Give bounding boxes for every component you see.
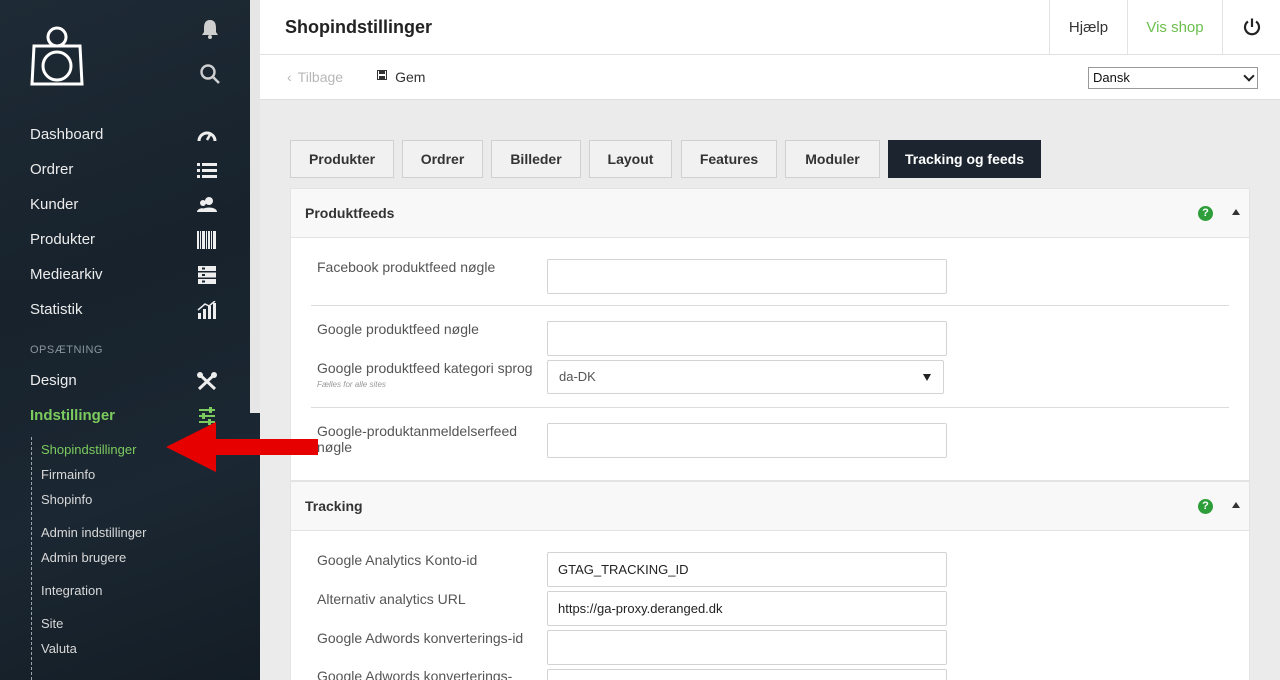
language-select-value: Dansk [1093, 70, 1130, 85]
ga-account-input[interactable]: GTAG_TRACKING_ID [547, 552, 947, 587]
annotation-arrow-icon [166, 422, 320, 477]
submenu-guide-line [31, 437, 32, 680]
shop-logo[interactable] [30, 24, 84, 91]
google-feed-language-select[interactable]: da-DK [547, 360, 944, 394]
google-feed-language-hint: Fælles for alle sites [317, 380, 386, 389]
chart-icon [197, 300, 217, 319]
tab-tracking-og-feeds[interactable]: Tracking og feeds [888, 140, 1041, 178]
sidebar: Dashboard Ordrer Kunder Produkter Mediea… [0, 0, 260, 680]
submenu-firmainfo[interactable]: Firmainfo [41, 466, 95, 484]
nav-design-label: Design [30, 372, 77, 389]
google-feed-input[interactable] [547, 321, 947, 356]
view-shop-link[interactable]: Vis shop [1127, 0, 1222, 55]
nav-ordrer-label: Ordrer [30, 161, 74, 178]
save-icon [377, 70, 390, 83]
nav-produkter[interactable]: Produkter [30, 226, 220, 254]
submenu-valuta[interactable]: Valuta [41, 640, 77, 658]
tab-features[interactable]: Features [681, 140, 777, 178]
collapse-icon[interactable] [1232, 209, 1240, 215]
nav-indstillinger-label: Indstillinger [30, 407, 116, 424]
users-icon [197, 196, 217, 214]
alt-analytics-url-label: Alternativ analytics URL [317, 591, 466, 607]
alt-analytics-url-input[interactable]: https://ga-proxy.deranged.dk [547, 591, 947, 626]
nav-design[interactable]: Design [30, 367, 220, 395]
facebook-feed-label: Facebook produktfeed nøgle [317, 259, 496, 275]
search-icon[interactable] [199, 63, 223, 87]
tab-billeder[interactable]: Billeder [491, 140, 581, 178]
submenu-admin-indstillinger[interactable]: Admin indstillinger [41, 524, 147, 542]
power-icon[interactable] [1222, 0, 1280, 55]
tab-moduler[interactable]: Moduler [785, 140, 880, 178]
ga-account-label: Google Analytics Konto-id [317, 552, 478, 568]
action-bar: ‹ Tilbage Gem Dansk [260, 55, 1280, 100]
tools-icon [197, 372, 217, 391]
nav-mediearkiv-label: Mediearkiv [30, 266, 103, 283]
submenu-admin-brugere[interactable]: Admin brugere [41, 549, 126, 567]
chevron-down-icon [1243, 70, 1255, 82]
barcode-icon [197, 231, 217, 249]
save-label: Gem [395, 69, 426, 85]
section-label-setup: OPSÆTNING [30, 344, 103, 356]
nav-kunder-label: Kunder [30, 196, 79, 213]
tab-ordrer[interactable]: Ordrer [402, 140, 483, 178]
nav-kunder[interactable]: Kunder [30, 191, 220, 219]
submenu-integration[interactable]: Integration [41, 582, 102, 600]
caret-down-icon [923, 374, 931, 381]
adwords-conversion-id-input[interactable] [547, 630, 947, 665]
tab-produkter[interactable]: Produkter [290, 140, 394, 178]
help-link[interactable]: Hjælp [1049, 0, 1127, 55]
google-feed-language-label: Google produktfeed kategori sprog [317, 360, 533, 376]
list-icon [197, 161, 217, 179]
facebook-feed-input[interactable] [547, 259, 947, 294]
collapse-icon[interactable] [1232, 502, 1240, 508]
divider [311, 407, 1229, 408]
adwords-conversion-label-2: Google Adwords konverterings- [317, 668, 513, 680]
divider [311, 305, 1229, 306]
adwords-conversion-id-label: Google Adwords konverterings-id [317, 630, 524, 646]
help-icon[interactable]: ? [1198, 499, 1213, 514]
submenu-site[interactable]: Site [41, 615, 63, 633]
bell-icon[interactable] [199, 18, 223, 42]
nav-statistik-label: Statistik [30, 301, 83, 318]
nav-ordrer[interactable]: Ordrer [30, 156, 220, 184]
sidebar-scrollbar[interactable] [250, 0, 260, 413]
submenu-shopinfo[interactable]: Shopinfo [41, 491, 92, 509]
tab-layout[interactable]: Layout [589, 140, 672, 178]
google-feed-language-value: da-DK [559, 369, 596, 384]
review-feed-input[interactable] [547, 423, 947, 458]
panel-produktfeeds-title: Produktfeeds [305, 205, 395, 221]
help-icon[interactable]: ? [1198, 206, 1213, 221]
panel-tracking-header[interactable]: Tracking ? [291, 482, 1249, 531]
media-icon [197, 266, 217, 284]
nav-mediearkiv[interactable]: Mediearkiv [30, 261, 220, 289]
page-title: Shopindstillinger [285, 17, 432, 37]
panel-produktfeeds-header[interactable]: Produktfeeds ? [291, 189, 1249, 238]
top-header: Shopindstillinger Hjælp Vis shop [260, 0, 1280, 55]
chevron-left-icon: ‹ [287, 69, 292, 85]
submenu-shopindstillinger[interactable]: Shopindstillinger [41, 441, 136, 459]
nav-statistik[interactable]: Statistik [30, 296, 220, 324]
back-button[interactable]: ‹ Tilbage [287, 69, 343, 85]
panel-tracking-title: Tracking [305, 498, 363, 514]
language-select[interactable]: Dansk [1088, 67, 1258, 89]
nav-dashboard-label: Dashboard [30, 126, 104, 143]
review-feed-label: Google-produktanmeldelserfeed nøgle [317, 423, 518, 455]
nav-produkter-label: Produkter [30, 231, 96, 248]
speedometer-icon [197, 126, 217, 144]
nav-dashboard[interactable]: Dashboard [30, 121, 220, 149]
adwords-conversion-input-2[interactable] [547, 669, 947, 680]
save-button[interactable]: Gem [377, 69, 425, 85]
google-feed-label: Google produktfeed nøgle [317, 321, 479, 337]
back-label: Tilbage [297, 69, 344, 85]
